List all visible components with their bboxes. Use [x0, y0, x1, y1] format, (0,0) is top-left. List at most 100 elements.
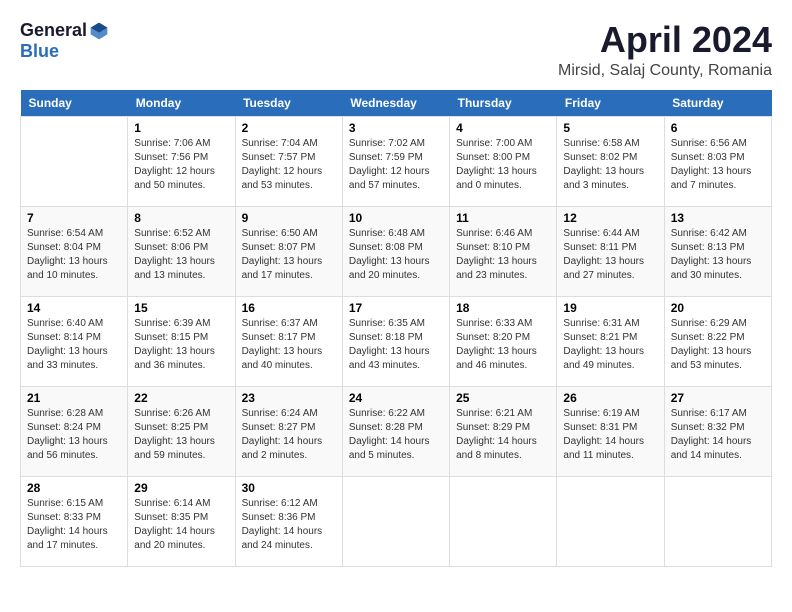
day-number: 5: [563, 121, 657, 135]
page-header: General Blue April 2024 Mirsid, Salaj Co…: [20, 20, 772, 80]
day-number: 7: [27, 211, 121, 225]
day-number: 9: [242, 211, 336, 225]
day-info: Sunrise: 6:12 AMSunset: 8:36 PMDaylight:…: [242, 497, 336, 553]
weekday-header: Friday: [557, 90, 664, 117]
day-info: Sunrise: 7:06 AMSunset: 7:56 PMDaylight:…: [134, 137, 228, 193]
day-info: Sunrise: 6:56 AMSunset: 8:03 PMDaylight:…: [671, 137, 765, 193]
calendar-cell: 9 Sunrise: 6:50 AMSunset: 8:07 PMDaylight…: [235, 206, 342, 296]
day-number: 8: [134, 211, 228, 225]
day-info: Sunrise: 7:00 AMSunset: 8:00 PMDaylight:…: [456, 137, 550, 193]
calendar-cell: 10 Sunrise: 6:48 AMSunset: 8:08 PMDayligh…: [342, 206, 449, 296]
calendar-cell: 24Sunrise: 6:22 AMSunset: 8:28 PMDayligh…: [342, 386, 449, 476]
calendar-cell: [450, 476, 557, 566]
day-info: Sunrise: 6:50 AMSunset: 8:07 PMDaylight:…: [242, 227, 336, 283]
calendar-cell: 12 Sunrise: 6:44 AMSunset: 8:11 PMDayligh…: [557, 206, 664, 296]
day-info: Sunrise: 6:14 AMSunset: 8:35 PMDaylight:…: [134, 497, 228, 553]
calendar-cell: 15 Sunrise: 6:39 AMSunset: 8:15 PMDayligh…: [128, 296, 235, 386]
day-number: 28: [27, 481, 121, 495]
day-info: Sunrise: 6:44 AMSunset: 8:11 PMDaylight:…: [563, 227, 657, 283]
day-number: 19: [563, 301, 657, 315]
calendar-week-row: 21 Sunrise: 6:28 AMSunset: 8:24 PMDayligh…: [21, 386, 772, 476]
calendar-cell: 4 Sunrise: 7:00 AMSunset: 8:00 PMDaylight…: [450, 116, 557, 206]
calendar-cell: 14 Sunrise: 6:40 AMSunset: 8:14 PMDayligh…: [21, 296, 128, 386]
day-info: Sunrise: 6:22 AMSunset: 8:28 PMDaylight:…: [349, 407, 443, 463]
day-info: Sunrise: 6:48 AMSunset: 8:08 PMDaylight:…: [349, 227, 443, 283]
day-info: Sunrise: 7:04 AMSunset: 7:57 PMDaylight:…: [242, 137, 336, 193]
calendar-cell: 19 Sunrise: 6:31 AMSunset: 8:21 PMDayligh…: [557, 296, 664, 386]
day-number: 29: [134, 481, 228, 495]
day-info: Sunrise: 6:39 AMSunset: 8:15 PMDaylight:…: [134, 317, 228, 373]
calendar-cell: [21, 116, 128, 206]
calendar-cell: 16Sunrise: 6:37 AMSunset: 8:17 PMDayligh…: [235, 296, 342, 386]
day-info: Sunrise: 6:24 AMSunset: 8:27 PMDaylight:…: [242, 407, 336, 463]
calendar-cell: 20 Sunrise: 6:29 AMSunset: 8:22 PMDayligh…: [664, 296, 771, 386]
calendar-cell: 26 Sunrise: 6:19 AMSunset: 8:31 PMDayligh…: [557, 386, 664, 476]
logo: General Blue: [20, 20, 109, 62]
day-number: 17: [349, 301, 443, 315]
calendar-cell: 13Sunrise: 6:42 AMSunset: 8:13 PMDayligh…: [664, 206, 771, 296]
calendar-week-row: 7Sunrise: 6:54 AMSunset: 8:04 PMDaylight…: [21, 206, 772, 296]
day-info: Sunrise: 6:19 AMSunset: 8:31 PMDaylight:…: [563, 407, 657, 463]
day-info: Sunrise: 6:28 AMSunset: 8:24 PMDaylight:…: [27, 407, 121, 463]
day-info: Sunrise: 6:17 AMSunset: 8:32 PMDaylight:…: [671, 407, 765, 463]
day-number: 20: [671, 301, 765, 315]
calendar-cell: 30 Sunrise: 6:12 AMSunset: 8:36 PMDayligh…: [235, 476, 342, 566]
calendar-cell: 11 Sunrise: 6:46 AMSunset: 8:10 PMDayligh…: [450, 206, 557, 296]
title-section: April 2024 Mirsid, Salaj County, Romania: [558, 20, 772, 80]
day-number: 22: [134, 391, 228, 405]
calendar-cell: 7Sunrise: 6:54 AMSunset: 8:04 PMDaylight…: [21, 206, 128, 296]
calendar-cell: 1 Sunrise: 7:06 AMSunset: 7:56 PMDaylight…: [128, 116, 235, 206]
day-info: Sunrise: 6:40 AMSunset: 8:14 PMDaylight:…: [27, 317, 121, 373]
day-info: Sunrise: 6:29 AMSunset: 8:22 PMDaylight:…: [671, 317, 765, 373]
day-info: Sunrise: 6:35 AMSunset: 8:18 PMDaylight:…: [349, 317, 443, 373]
day-info: Sunrise: 6:26 AMSunset: 8:25 PMDaylight:…: [134, 407, 228, 463]
calendar-cell: [557, 476, 664, 566]
day-number: 23: [242, 391, 336, 405]
day-number: 4: [456, 121, 550, 135]
day-number: 12: [563, 211, 657, 225]
day-number: 1: [134, 121, 228, 135]
weekday-header: Tuesday: [235, 90, 342, 117]
calendar-cell: 8 Sunrise: 6:52 AMSunset: 8:06 PMDaylight…: [128, 206, 235, 296]
weekday-header: Sunday: [21, 90, 128, 117]
day-number: 26: [563, 391, 657, 405]
day-info: Sunrise: 7:02 AMSunset: 7:59 PMDaylight:…: [349, 137, 443, 193]
day-number: 25: [456, 391, 550, 405]
day-number: 11: [456, 211, 550, 225]
day-info: Sunrise: 6:33 AMSunset: 8:20 PMDaylight:…: [456, 317, 550, 373]
day-number: 30: [242, 481, 336, 495]
day-number: 3: [349, 121, 443, 135]
day-number: 15: [134, 301, 228, 315]
calendar-cell: 6Sunrise: 6:56 AMSunset: 8:03 PMDaylight…: [664, 116, 771, 206]
calendar-cell: 23 Sunrise: 6:24 AMSunset: 8:27 PMDayligh…: [235, 386, 342, 476]
weekday-header: Thursday: [450, 90, 557, 117]
weekday-header: Monday: [128, 90, 235, 117]
day-number: 14: [27, 301, 121, 315]
day-info: Sunrise: 6:46 AMSunset: 8:10 PMDaylight:…: [456, 227, 550, 283]
logo-icon: [89, 21, 109, 41]
weekday-header: Wednesday: [342, 90, 449, 117]
calendar-cell: 28 Sunrise: 6:15 AMSunset: 8:33 PMDayligh…: [21, 476, 128, 566]
weekday-header: Saturday: [664, 90, 771, 117]
calendar-cell: 22 Sunrise: 6:26 AMSunset: 8:25 PMDayligh…: [128, 386, 235, 476]
calendar-cell: 2 Sunrise: 7:04 AMSunset: 7:57 PMDaylight…: [235, 116, 342, 206]
day-number: 10: [349, 211, 443, 225]
calendar-week-row: 1 Sunrise: 7:06 AMSunset: 7:56 PMDaylight…: [21, 116, 772, 206]
day-info: Sunrise: 6:52 AMSunset: 8:06 PMDaylight:…: [134, 227, 228, 283]
calendar-week-row: 14 Sunrise: 6:40 AMSunset: 8:14 PMDayligh…: [21, 296, 772, 386]
calendar-cell: 29 Sunrise: 6:14 AMSunset: 8:35 PMDayligh…: [128, 476, 235, 566]
calendar-cell: 27Sunrise: 6:17 AMSunset: 8:32 PMDayligh…: [664, 386, 771, 476]
day-info: Sunrise: 6:31 AMSunset: 8:21 PMDaylight:…: [563, 317, 657, 373]
day-number: 16: [242, 301, 336, 315]
day-number: 21: [27, 391, 121, 405]
logo-general: General: [20, 20, 87, 41]
day-number: 13: [671, 211, 765, 225]
day-info: Sunrise: 6:15 AMSunset: 8:33 PMDaylight:…: [27, 497, 121, 553]
weekday-header-row: SundayMondayTuesdayWednesdayThursdayFrid…: [21, 90, 772, 117]
day-info: Sunrise: 6:21 AMSunset: 8:29 PMDaylight:…: [456, 407, 550, 463]
month-year-title: April 2024: [558, 20, 772, 60]
day-number: 2: [242, 121, 336, 135]
calendar-cell: 3 Sunrise: 7:02 AMSunset: 7:59 PMDaylight…: [342, 116, 449, 206]
calendar-table: SundayMondayTuesdayWednesdayThursdayFrid…: [20, 90, 772, 567]
calendar-cell: 25 Sunrise: 6:21 AMSunset: 8:29 PMDayligh…: [450, 386, 557, 476]
